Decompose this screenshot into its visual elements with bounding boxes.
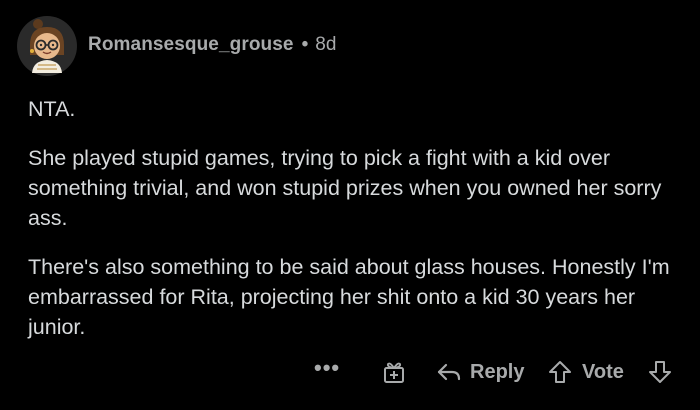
reply-arrow-icon [437, 363, 461, 381]
upvote-button[interactable]: Vote [548, 354, 624, 390]
avatar-image [17, 16, 77, 76]
upvote-icon [549, 361, 571, 383]
comment-paragraph: There's also something to be said about … [28, 255, 670, 339]
more-icon: ••• [314, 355, 341, 380]
downvote-button[interactable] [648, 354, 672, 390]
vote-label: Vote [582, 360, 624, 383]
comment-body: NTA. She played stupid games, trying to … [28, 94, 678, 361]
reply-label: Reply [470, 360, 525, 383]
comment-age: 8d [315, 34, 337, 55]
comment-meta: Romansesque_grouse • 8d [88, 34, 336, 56]
comment-paragraph: NTA. [28, 97, 76, 121]
reply-button[interactable]: Reply [436, 354, 524, 390]
award-icon [384, 362, 404, 383]
meta-separator: • [301, 34, 309, 55]
downvote-icon [649, 361, 671, 383]
comment-paragraph: She played stupid games, trying to pick … [28, 146, 662, 230]
avatar[interactable] [16, 15, 78, 77]
award-button[interactable] [381, 354, 407, 390]
more-options-button[interactable]: ••• [314, 350, 340, 386]
comment-action-bar: ••• Reply Vote [0, 354, 700, 390]
comment: Romansesque_grouse • 8d NTA. She played … [0, 0, 700, 410]
author-username[interactable]: Romansesque_grouse [88, 34, 294, 56]
comment-header: Romansesque_grouse • 8d [16, 14, 336, 78]
